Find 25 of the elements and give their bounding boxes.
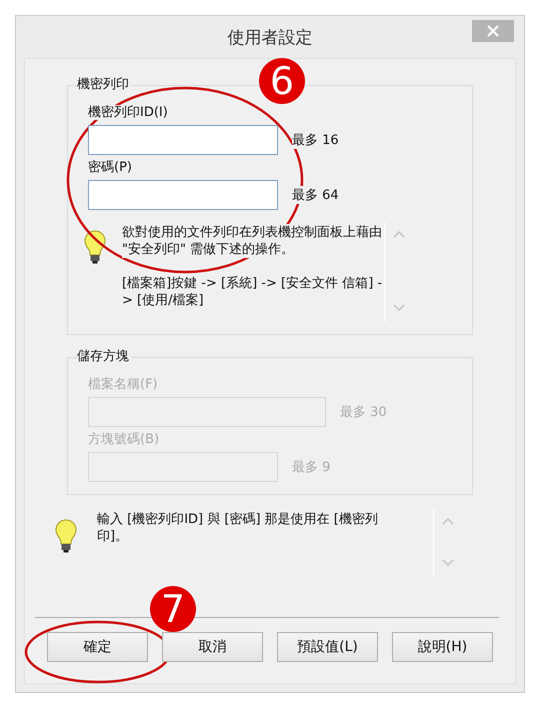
field-label: 方塊號碼(B) xyxy=(88,432,160,447)
input-field[interactable] xyxy=(88,180,278,210)
input-field[interactable] xyxy=(88,125,278,155)
info-text: [檔案箱]按鍵 -> [系統] -> [安全文件 信箱] -> [使用/檔案] xyxy=(122,275,384,309)
dialog-button[interactable]: 取消 xyxy=(162,632,263,662)
lightbulb-icon xyxy=(55,519,77,553)
limit-text: 最多 30 xyxy=(340,403,387,421)
dialog-button[interactable]: 確定 xyxy=(47,632,148,662)
close-icon xyxy=(487,25,499,37)
lightbulb-icon xyxy=(84,230,106,264)
field-label: 機密列印ID(I) xyxy=(88,105,168,120)
scroll-down-icon[interactable] xyxy=(442,559,454,567)
dialog-button[interactable]: 說明(H) xyxy=(392,632,493,662)
limit-text: 最多 16 xyxy=(292,131,339,149)
scroll-up-icon[interactable] xyxy=(393,230,405,238)
scroll-up-icon[interactable] xyxy=(442,517,454,525)
limit-text: 最多 9 xyxy=(292,458,330,476)
field-label: 檔案名稱(F) xyxy=(88,377,158,392)
close-button[interactable] xyxy=(472,20,514,42)
scroll-down-icon[interactable] xyxy=(393,304,405,312)
info-text: 欲對使用的文件列印在列表機控制面板上藉由 "安全列印" 需做下述的操作。 xyxy=(122,224,384,258)
field-label: 密碼(P) xyxy=(88,160,132,175)
dialog-button[interactable]: 預設值(L) xyxy=(277,632,378,662)
limit-text: 最多 64 xyxy=(292,186,339,204)
window-title: 使用者設定 xyxy=(228,26,312,48)
